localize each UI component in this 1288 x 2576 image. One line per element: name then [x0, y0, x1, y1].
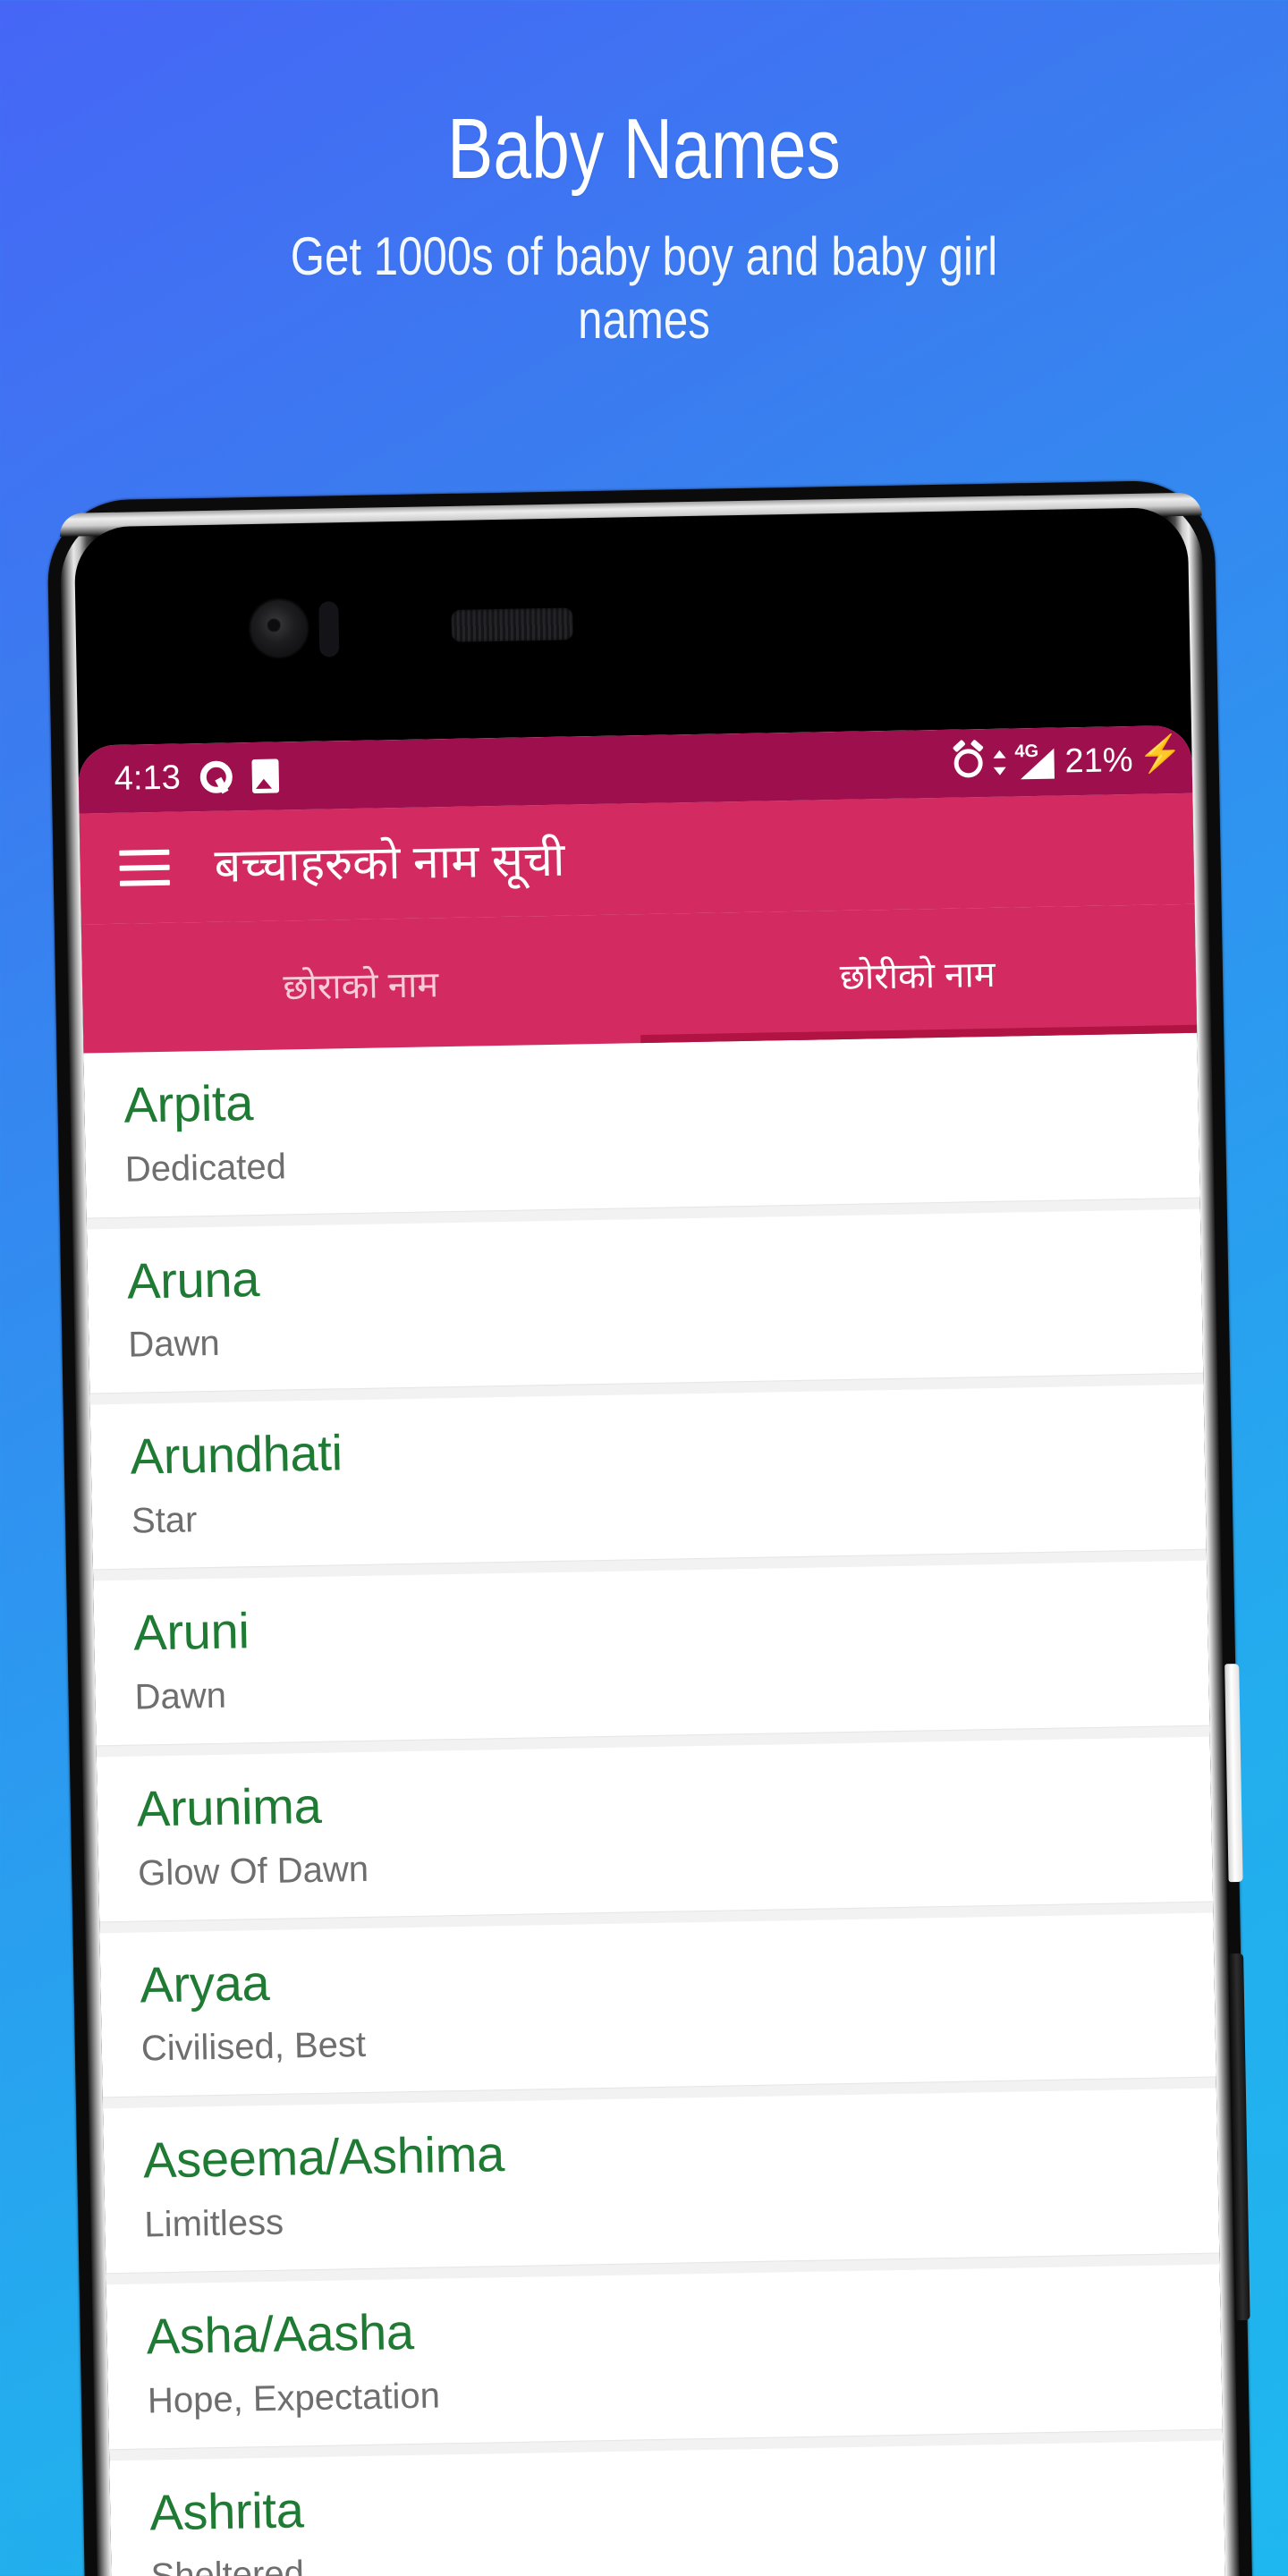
- name-label: Aruni: [132, 1602, 250, 1661]
- q-icon: [199, 760, 233, 794]
- meaning-label: Dawn: [128, 1324, 221, 1366]
- earpiece-speaker-icon: [451, 607, 574, 642]
- list-item[interactable]: Aseema/Ashima Limitless: [103, 2088, 1220, 2274]
- list-item[interactable]: Arpita Dedicated: [83, 1032, 1200, 1218]
- meaning-label: Star: [131, 1500, 198, 1541]
- tab-bar: छोराको नाम छोरीको नाम: [80, 903, 1198, 1054]
- list-item[interactable]: Ashrita Sheltered: [109, 2440, 1226, 2576]
- battery-percentage: 21%: [1064, 741, 1134, 780]
- power-button[interactable]: [1224, 1663, 1243, 1883]
- name-label: Aryaa: [139, 1953, 270, 2013]
- list-item[interactable]: Asha/Aasha Hope, Expectation: [106, 2264, 1223, 2450]
- name-list[interactable]: Arpita Dedicated Aruna Dawn Arundhati St…: [83, 1032, 1226, 2576]
- meaning-label: Dawn: [134, 1675, 227, 1717]
- name-label: Asha/Aasha: [146, 2303, 415, 2365]
- meaning-label: Glow Of Dawn: [137, 1849, 369, 1894]
- name-label: Arpita: [123, 1074, 254, 1133]
- name-label: Arundhati: [130, 1424, 343, 1486]
- list-item[interactable]: Aruna Dawn: [87, 1208, 1204, 1394]
- alarm-icon: [953, 749, 983, 778]
- phone-body: 4:13 4G 21% ⚡ बच्चाहरुको नाम सूची छोराको…: [47, 479, 1253, 2576]
- bolt-icon: [1143, 741, 1162, 777]
- tab-boy-names[interactable]: छोराको नाम: [81, 914, 640, 1053]
- name-label: Aruna: [126, 1250, 260, 1309]
- name-label: Arunima: [136, 1776, 322, 1837]
- meaning-label: Civilised, Best: [140, 2025, 367, 2069]
- name-label: Ashrita: [148, 2481, 305, 2541]
- proximity-sensor-icon: [318, 601, 340, 657]
- network-arrows-icon: [993, 748, 1006, 778]
- app-bar-title: बच्चाहरुको नाम सूची: [214, 834, 565, 893]
- photo-icon: [251, 758, 280, 794]
- tab-girl-names[interactable]: छोरीको नाम: [638, 904, 1197, 1043]
- status-bar-left: 4:13: [114, 757, 280, 798]
- list-item[interactable]: Arunima Glow Of Dawn: [96, 1736, 1214, 1921]
- network-label: 4G: [1014, 741, 1039, 762]
- hamburger-menu-icon[interactable]: [119, 849, 171, 886]
- app-bar: बच्चाहरुको नाम सूची: [79, 792, 1195, 925]
- promo-header: Baby Names Get 1000s of baby boy and bab…: [0, 0, 1288, 352]
- front-camera-icon: [250, 599, 308, 657]
- phone-screen-area: 4:13 4G 21% ⚡ बच्चाहरुको नाम सूची छोराको…: [73, 506, 1226, 2576]
- name-label: Aseema/Ashima: [142, 2125, 505, 2189]
- list-item[interactable]: Arundhati Star: [89, 1385, 1207, 1570]
- page-subtitle: Get 1000s of baby boy and baby girl name…: [290, 225, 998, 350]
- meaning-label: Dedicated: [124, 1147, 287, 1190]
- meaning-label: Limitless: [144, 2202, 284, 2245]
- meaning-label: Sheltered: [150, 2554, 305, 2576]
- status-time: 4:13: [114, 758, 182, 798]
- phone-mockup: 4:13 4G 21% ⚡ बच्चाहरुको नाम सूची छोराको…: [47, 479, 1275, 2576]
- page-title: Baby Names: [447, 101, 841, 197]
- signal-4g-icon: 4G: [1014, 741, 1055, 780]
- list-item[interactable]: Aryaa Civilised, Best: [99, 1912, 1216, 2097]
- app-screen: 4:13 4G 21% ⚡ बच्चाहरुको नाम सूची छोराको…: [78, 724, 1226, 2576]
- meaning-label: Hope, Expectation: [147, 2376, 441, 2421]
- list-item[interactable]: Aruni Dawn: [93, 1560, 1210, 1746]
- status-bar-right: 4G 21%: [953, 741, 1162, 783]
